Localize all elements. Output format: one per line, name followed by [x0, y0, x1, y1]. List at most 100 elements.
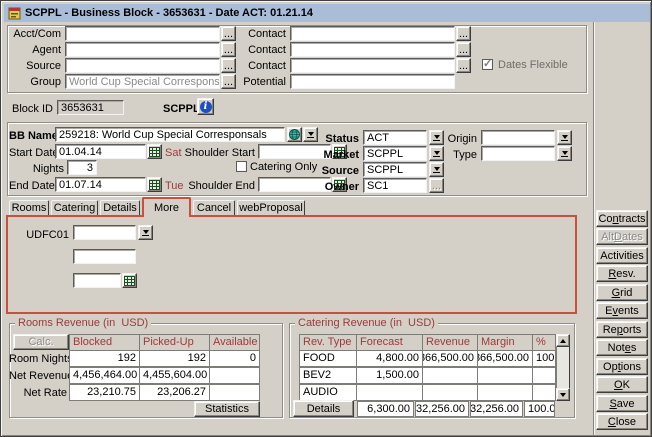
type-field[interactable]: [481, 146, 555, 161]
chevron-down-icon: [562, 135, 568, 139]
group-field[interactable]: World Cup Special Corresponsals: [65, 74, 220, 89]
options-button[interactable]: Options: [596, 358, 648, 375]
bb-name-label: BB Name: [9, 129, 52, 143]
tab-rooms[interactable]: Rooms: [9, 200, 49, 216]
tab-details[interactable]: Details: [100, 200, 140, 216]
status-list-button[interactable]: [429, 130, 444, 145]
ok-button[interactable]: OK: [596, 376, 648, 393]
bb-name-globe-button[interactable]: [287, 127, 302, 142]
chevron-down-icon: [562, 151, 568, 155]
potential-field[interactable]: [290, 74, 455, 89]
catering-only-checkbox[interactable]: [236, 161, 247, 172]
cat-cell[interactable]: [532, 384, 556, 401]
market-list-button[interactable]: [429, 146, 444, 161]
calc-button[interactable]: Calc.: [13, 334, 69, 350]
save-button[interactable]: Save: [596, 395, 648, 412]
rooms-col-available: Available: [209, 334, 260, 351]
tab-cancel[interactable]: Cancel: [193, 200, 235, 216]
origin-field[interactable]: [481, 130, 555, 145]
activities-button[interactable]: Activities: [596, 247, 648, 264]
start-date-field[interactable]: 01.04.14: [55, 144, 146, 159]
cat-cell-type[interactable]: FOOD: [299, 350, 357, 367]
udf-date-field[interactable]: [73, 273, 121, 288]
cat-cell[interactable]: [477, 384, 533, 401]
source-field[interactable]: [65, 58, 220, 73]
cat-cell[interactable]: [532, 367, 556, 384]
udf-text-field[interactable]: [73, 249, 136, 264]
scrollbar-down-button[interactable]: [556, 388, 570, 401]
type-list-button[interactable]: [557, 146, 572, 161]
bb-source-list-button[interactable]: [429, 162, 444, 177]
reports-button[interactable]: Reports: [596, 321, 648, 338]
grid-button[interactable]: Grid: [596, 284, 648, 301]
bb-source-field[interactable]: SCPPL: [363, 162, 427, 177]
tab-catering[interactable]: Catering: [51, 200, 98, 216]
nights-label: Nights: [9, 162, 64, 176]
calendar-icon: [124, 276, 135, 286]
alt-dates-button[interactable]: Alt Dates: [596, 228, 648, 245]
udfc01-list-button[interactable]: [138, 225, 153, 240]
source-lookup-button[interactable]: ...: [221, 58, 236, 73]
contracts-button[interactable]: Contracts: [596, 210, 648, 227]
cat-cell[interactable]: [422, 367, 478, 384]
property-code-label: SCPPL: [163, 102, 200, 116]
resv-button[interactable]: Resv.: [596, 265, 648, 282]
cat-cell[interactable]: [422, 384, 478, 401]
contact2-lookup-button[interactable]: ...: [456, 42, 471, 57]
contact3-field[interactable]: [290, 58, 455, 73]
cat-cell[interactable]: 100: [532, 350, 556, 367]
group-lookup-button[interactable]: ...: [221, 74, 236, 89]
statistics-button[interactable]: Statistics: [194, 401, 260, 417]
cat-cell[interactable]: 3,866,500.00: [422, 350, 478, 367]
arrow-up-icon: [560, 339, 566, 343]
rooms-cell: 192: [69, 350, 140, 367]
end-date-calendar-button[interactable]: [147, 177, 162, 192]
status-field[interactable]: ACT: [363, 130, 427, 145]
start-date-calendar-button[interactable]: [147, 144, 162, 159]
dates-flexible-checkbox[interactable]: [482, 59, 493, 70]
source-label: Source: [9, 59, 61, 73]
cat-total-forecast: 6,300.00: [357, 401, 414, 417]
origin-list-button[interactable]: [557, 130, 572, 145]
agent-field[interactable]: [65, 42, 220, 57]
contact1-lookup-button[interactable]: ...: [456, 26, 471, 41]
cat-cell[interactable]: 4,800.00: [356, 350, 423, 367]
details-button[interactable]: Details: [293, 400, 354, 417]
market-field[interactable]: SCPPL: [363, 146, 427, 161]
events-button[interactable]: Events: [596, 302, 648, 319]
nights-field[interactable]: 3: [67, 160, 97, 175]
close-button[interactable]: Close: [596, 413, 648, 430]
bb-name-list-button[interactable]: [303, 127, 318, 142]
contact1-field[interactable]: [290, 26, 455, 41]
cat-cell[interactable]: [356, 384, 423, 401]
notes-button[interactable]: Notes: [596, 339, 648, 356]
owner-lookup-button[interactable]: ...: [429, 178, 444, 193]
owner-label: Owner: [319, 180, 359, 194]
shoulder-end-label: Shoulder End: [184, 179, 255, 193]
scrollbar-track[interactable]: [556, 347, 570, 388]
start-date-label: Start Date: [9, 146, 52, 160]
group-label: Group: [9, 75, 61, 89]
cat-col-revenue: Revenue: [422, 334, 478, 351]
acct-com-field[interactable]: [65, 26, 220, 41]
agent-lookup-button[interactable]: ...: [221, 42, 236, 57]
contact3-lookup-button[interactable]: ...: [456, 58, 471, 73]
bb-name-field[interactable]: 259218: World Cup Special Corresponsals: [55, 127, 285, 142]
tab-more[interactable]: More: [142, 197, 191, 217]
udf-date-calendar-button[interactable]: [122, 273, 137, 288]
udfc01-field[interactable]: [73, 225, 136, 240]
acct-com-lookup-button[interactable]: ...: [221, 26, 236, 41]
scrollbar-up-button[interactable]: [556, 334, 570, 347]
cat-cell[interactable]: [477, 367, 533, 384]
end-date-field[interactable]: 01.07.14: [55, 177, 146, 192]
tab-webproposal[interactable]: webProposal: [237, 200, 305, 216]
cat-cell-type[interactable]: BEV2: [299, 367, 357, 384]
shoulder-start-label: Shoulder Start: [184, 146, 255, 160]
cat-cell[interactable]: 3,866,500.00: [477, 350, 533, 367]
property-info-button[interactable]: i: [197, 98, 214, 115]
contact2-field[interactable]: [290, 42, 455, 57]
cat-cell-type[interactable]: AUDIO: [299, 384, 357, 401]
owner-field[interactable]: SC1: [363, 178, 427, 193]
rooms-col-blocked: Blocked: [69, 334, 140, 351]
cat-cell[interactable]: 1,500.00: [356, 367, 423, 384]
